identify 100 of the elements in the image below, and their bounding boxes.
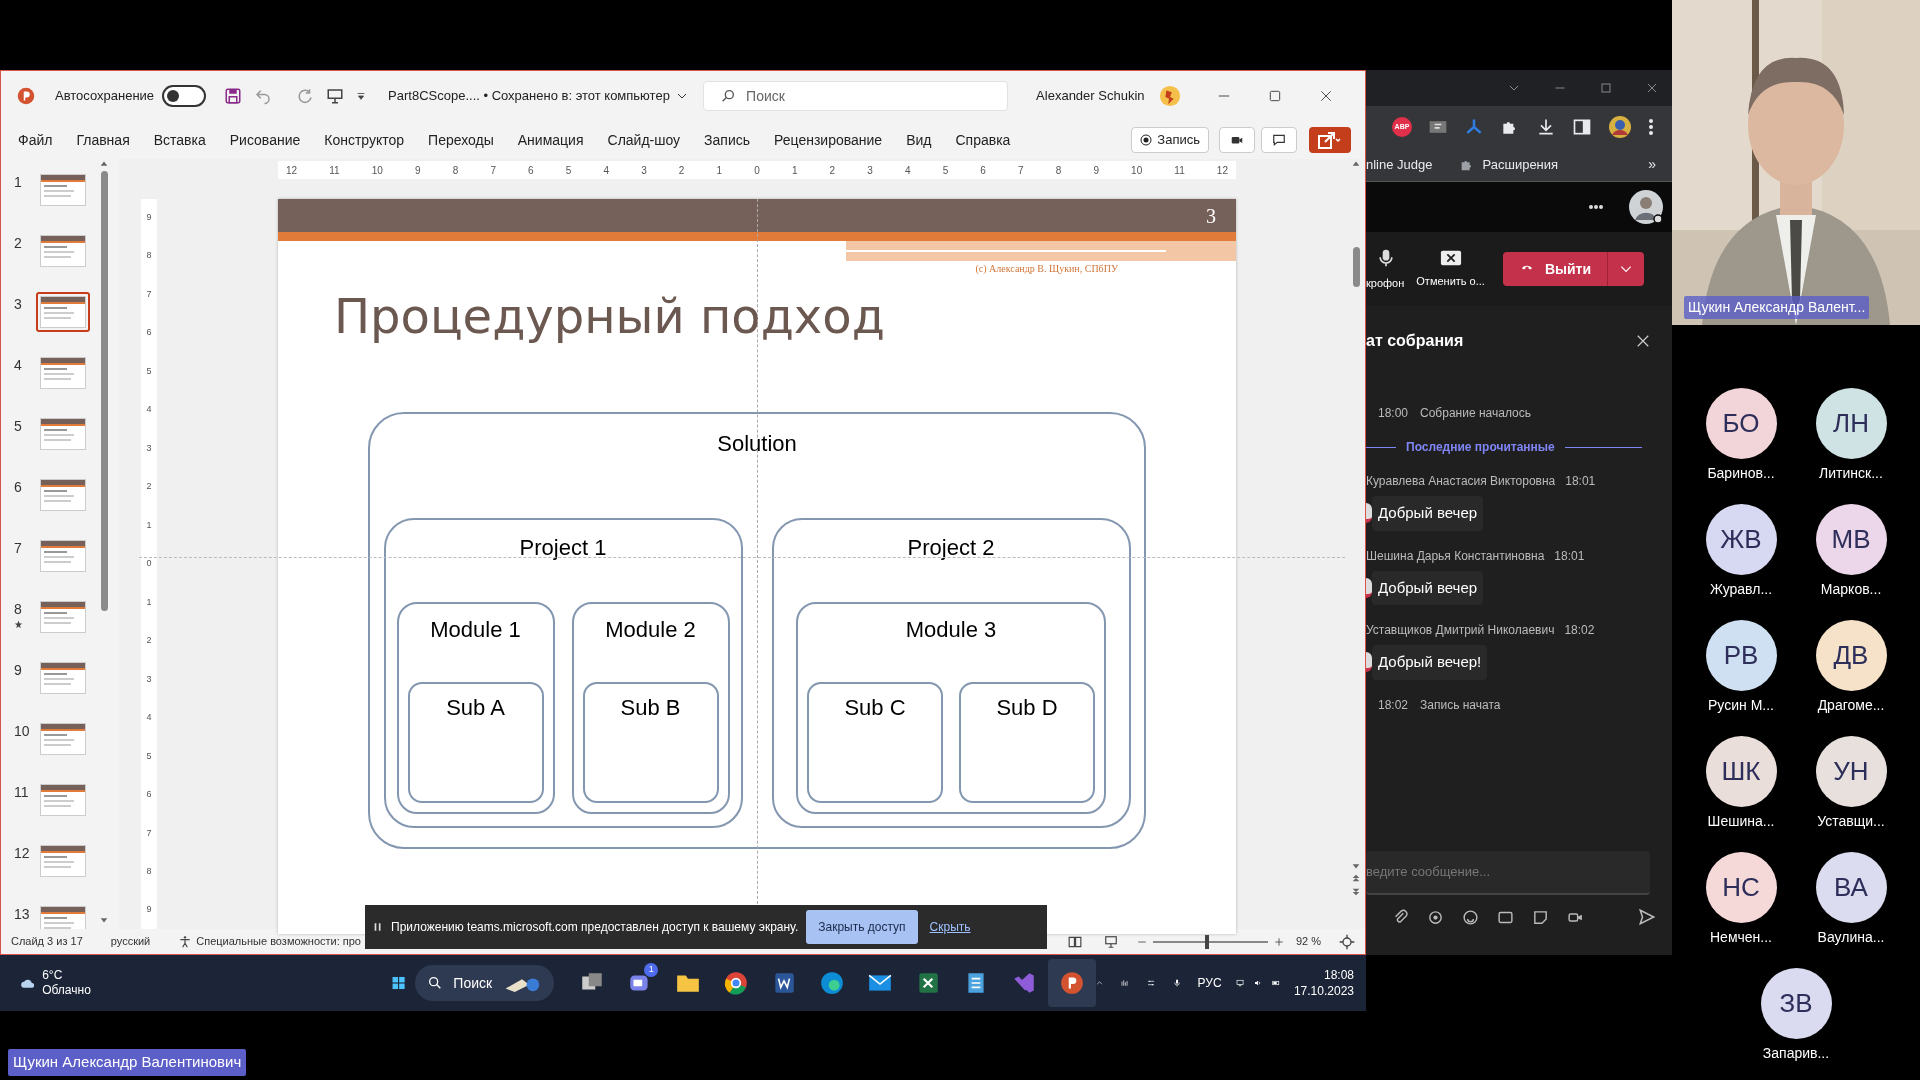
- participant-avatar[interactable]: ВА: [1815, 852, 1887, 923]
- zoom-in-icon[interactable]: [1273, 936, 1284, 947]
- maximize-icon[interactable]: [1267, 89, 1282, 103]
- scroll-up-icon[interactable]: [99, 159, 109, 169]
- participant-avatar[interactable]: ЗВ: [1760, 968, 1832, 1039]
- menu-tab[interactable]: Конструктор: [324, 129, 405, 151]
- bookmark[interactable]: nline Judge: [1366, 154, 1433, 175]
- menu-tab[interactable]: Справка: [955, 129, 1011, 151]
- bookmark[interactable]: Расширения: [1458, 154, 1559, 175]
- dropdown-icon[interactable]: [356, 91, 367, 101]
- ruler-number: 8: [1055, 163, 1062, 178]
- box-label: Project 2: [907, 534, 995, 562]
- ruler-number: 6: [146, 788, 152, 802]
- slide-number: 7: [14, 538, 22, 558]
- menu-tab[interactable]: Главная: [76, 129, 130, 151]
- scrollbar-thumb[interactable]: [100, 171, 108, 611]
- menu-tab[interactable]: Рецензирование: [774, 129, 883, 151]
- ruler-number: 6: [980, 163, 986, 178]
- accessibility-status[interactable]: Специальные возможности: про: [196, 933, 361, 950]
- leave-button[interactable]: Выйти: [1502, 252, 1644, 286]
- more-options-icon[interactable]: [1648, 118, 1654, 136]
- taskbar-search-field[interactable]: Поиск: [415, 965, 555, 1001]
- save-icon[interactable]: [224, 87, 243, 105]
- reading-view-icon[interactable]: [1066, 934, 1083, 949]
- zoom-slider[interactable]: [1152, 934, 1268, 949]
- stop-sharing-button[interactable]: Закрыть доступ: [806, 910, 918, 944]
- microphone-button[interactable]: крофон: [1366, 246, 1405, 292]
- ruler-number: 3: [867, 163, 873, 178]
- scrollbar-thumb[interactable]: [1352, 247, 1360, 287]
- zoom-level[interactable]: 92 %: [1295, 933, 1321, 950]
- side-panel-icon[interactable]: [1572, 117, 1592, 137]
- browser-icon[interactable]: [723, 970, 750, 996]
- presentation-icon[interactable]: [326, 87, 345, 105]
- more-icon[interactable]: [1588, 204, 1604, 210]
- download-icon[interactable]: [1536, 117, 1556, 137]
- clock-date[interactable]: 17.10.2023: [1293, 983, 1354, 999]
- slide-thumbnail[interactable]: [36, 291, 90, 332]
- participant-name-label: Щукин Александр Валент...: [1684, 296, 1870, 319]
- box-label: Module 3: [905, 616, 997, 644]
- share-icon[interactable]: [1309, 127, 1351, 153]
- hide-link[interactable]: Скрыть: [929, 918, 971, 936]
- menu-tab[interactable]: Анимация: [517, 129, 584, 151]
- undo-icon[interactable]: [254, 87, 273, 105]
- input-language[interactable]: РУС: [1197, 974, 1222, 992]
- participant-avatar[interactable]: ДВ: [1815, 620, 1887, 691]
- fit-to-window-icon[interactable]: [1339, 933, 1355, 950]
- slider-thumb[interactable]: [1204, 934, 1209, 949]
- bookmarks-overflow-button[interactable]: »: [1648, 154, 1656, 175]
- search-field[interactable]: Поиск: [703, 81, 1009, 111]
- scroll-down-icon[interactable]: [99, 915, 109, 925]
- scroll-down-icon[interactable]: [1351, 861, 1361, 871]
- menu-tab[interactable]: Файл: [18, 129, 53, 151]
- participant-avatar[interactable]: МВ: [1815, 504, 1887, 575]
- file-title-button[interactable]: Part8CScope.... • Сохранено в: этот компьютер: [388, 86, 704, 106]
- clock-time[interactable]: 18:08: [1323, 967, 1354, 983]
- menu-tab[interactable]: Рисование: [229, 129, 301, 151]
- autosave-toggle[interactable]: [162, 85, 207, 107]
- participant-avatar[interactable]: ШК: [1705, 736, 1777, 807]
- powerpoint-icon[interactable]: [1059, 970, 1086, 996]
- menu-tab[interactable]: Запись: [704, 129, 751, 151]
- scroll-up-icon[interactable]: [1351, 159, 1361, 169]
- user-avatar-icon[interactable]: [1628, 189, 1664, 225]
- search-icon: [720, 88, 737, 104]
- send-icon[interactable]: [1638, 908, 1656, 926]
- profile-avatar-icon[interactable]: [1608, 115, 1632, 139]
- attach-icon[interactable]: [1392, 908, 1409, 926]
- ruler-number: 5: [146, 364, 152, 378]
- participant-avatar[interactable]: ЛН: [1815, 388, 1887, 459]
- maximize-icon[interactable]: [1600, 82, 1612, 94]
- message-time: 18:02: [1564, 622, 1595, 639]
- sticker-icon[interactable]: [1532, 908, 1549, 926]
- record-button[interactable]: Запись: [1131, 127, 1209, 153]
- participant-avatar[interactable]: ЖВ: [1705, 504, 1777, 575]
- close-icon[interactable]: [1646, 82, 1658, 94]
- message-author: Шешина Дарья Константиновна: [1366, 547, 1545, 565]
- loop-icon[interactable]: [1427, 908, 1444, 926]
- last-read-divider: Последние прочитанные: [1406, 439, 1555, 456]
- participant-avatar[interactable]: УН: [1815, 736, 1887, 807]
- ruler-number: 11: [1174, 163, 1185, 178]
- emoji-icon[interactable]: [1462, 908, 1479, 926]
- menu-tab[interactable]: Вид: [906, 129, 932, 151]
- ruler-number: 2: [829, 163, 836, 178]
- comment-icon[interactable]: [1261, 127, 1297, 153]
- participant-avatar[interactable]: НС: [1705, 852, 1777, 923]
- close-icon[interactable]: [1636, 334, 1650, 348]
- ruler-number: 6: [146, 326, 152, 340]
- accessibility-icon[interactable]: [178, 934, 193, 949]
- close-icon[interactable]: [1318, 89, 1333, 103]
- ruler-number: 2: [146, 480, 152, 494]
- menu-tab[interactable]: Слайд-шоу: [607, 129, 681, 151]
- participant-avatar[interactable]: БО: [1705, 388, 1777, 459]
- cancel-button[interactable]: Отменить о...: [1416, 248, 1485, 290]
- slide-number: 1: [14, 172, 22, 192]
- camera-button-icon[interactable]: [1219, 127, 1255, 153]
- language-label[interactable]: русский: [110, 933, 151, 950]
- menu-tab[interactable]: Вставка: [153, 129, 206, 151]
- slideshow-icon[interactable]: [1102, 934, 1119, 949]
- menu-tab[interactable]: Переходы: [428, 129, 494, 151]
- edge-icon[interactable]: [819, 970, 846, 996]
- participant-avatar[interactable]: РВ: [1705, 620, 1777, 691]
